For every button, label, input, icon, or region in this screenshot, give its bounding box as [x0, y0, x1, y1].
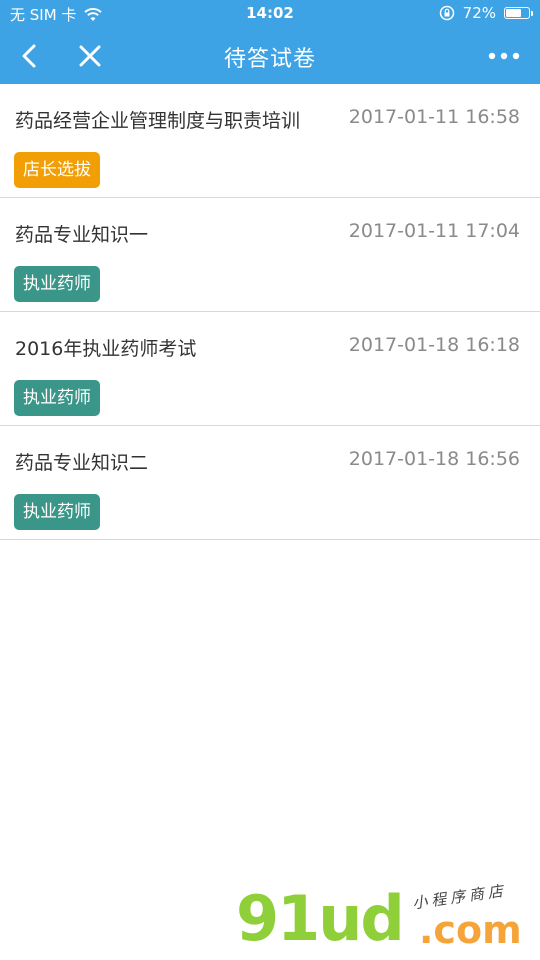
exam-title: 药品专业知识二	[15, 452, 149, 474]
page-title: 待答试卷	[223, 47, 316, 72]
watermark-brand: 91ud	[236, 882, 405, 955]
exam-list-item[interactable]: 药品经营企业管理制度与职责培训 2017-01-11 16:58 店长选拔	[0, 84, 540, 198]
battery-percent: 72%	[462, 4, 496, 22]
more-icon[interactable]	[486, 44, 522, 68]
watermark-domain: .com	[419, 908, 522, 952]
exam-time: 2017-01-11 17:04	[348, 220, 520, 242]
exam-title: 2016年执业药师考试	[15, 338, 197, 360]
status-bar: 无 SIM 卡 14:02 72%	[0, 0, 540, 28]
exam-category-tag: 执业药师	[14, 380, 100, 416]
battery-icon	[504, 7, 533, 19]
exam-title: 药品经营企业管理制度与职责培训	[15, 110, 301, 132]
exam-time: 2017-01-11 16:58	[348, 106, 520, 128]
exam-category-tag: 执业药师	[14, 494, 100, 530]
exam-time: 2017-01-18 16:18	[348, 334, 520, 356]
exam-category-tag: 店长选拔	[14, 152, 100, 188]
rotation-lock-icon	[439, 5, 454, 21]
exam-time: 2017-01-18 16:56	[348, 448, 520, 470]
exam-category-tag: 执业药师	[14, 266, 100, 302]
exam-title: 药品专业知识一	[15, 224, 149, 246]
exam-list-item[interactable]: 药品专业知识一 2017-01-11 17:04 执业药师	[0, 198, 540, 312]
exam-list-item[interactable]: 2016年执业药师考试 2017-01-18 16:18 执业药师	[0, 312, 540, 426]
exam-list-item[interactable]: 药品专业知识二 2017-01-18 16:56 执业药师	[0, 426, 540, 540]
status-right: 72%	[439, 4, 533, 22]
battery-level	[506, 9, 521, 17]
nav-bar: 待答试卷	[0, 28, 540, 84]
watermark-logo: 91ud 小程序商店 .com	[236, 880, 536, 960]
exam-list: 药品经营企业管理制度与职责培训 2017-01-11 16:58 店长选拔 药品…	[0, 84, 540, 540]
